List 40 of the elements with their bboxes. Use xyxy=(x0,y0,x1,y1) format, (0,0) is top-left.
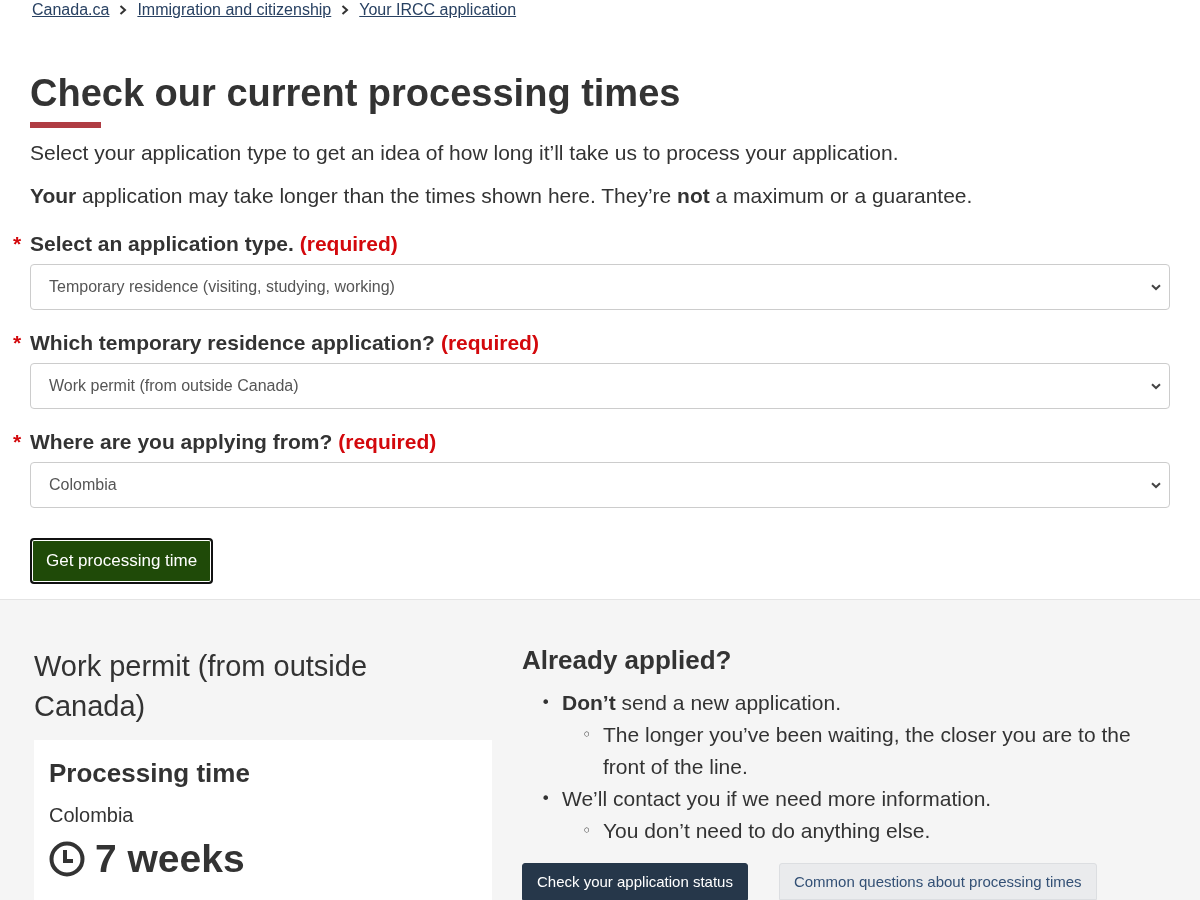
country-text: Colombia xyxy=(49,803,135,828)
chevron-right-icon xyxy=(341,5,350,15)
breadcrumb-link[interactable]: Your IRCC application xyxy=(359,1,517,19)
chevron-down-icon xyxy=(1151,283,1161,291)
required-note: (required) xyxy=(299,231,398,257)
field-label: Select an application type. xyxy=(30,231,294,257)
intro-text: Select your application type to get an idea of how long it’ll take us to process your application. xyxy=(30,140,900,166)
chevron-down-icon xyxy=(1151,382,1161,390)
notice-text: Your application may take longer than the times shown here. They’re not a maximum or a guarantee. xyxy=(30,183,974,209)
required-asterisk: * xyxy=(13,429,23,455)
dropdown-field[interactable]: Colombia xyxy=(30,462,1170,508)
required-note: (required) xyxy=(440,330,539,356)
chevron-down-icon xyxy=(1151,481,1161,489)
list-item-text: We’ll contact you if we need more information. xyxy=(562,786,992,812)
page-title: Check our current processing times xyxy=(30,71,682,116)
required-note: (required) xyxy=(338,429,437,455)
list-item-text: The longer you’ve been waiting, the closer you are to the front of the line. xyxy=(603,722,1132,780)
list-bullet: • xyxy=(541,788,552,810)
required-asterisk: * xyxy=(13,231,23,257)
list-item-text: Don’t send a new application. xyxy=(562,690,841,716)
field-label: Which temporary residence application? xyxy=(30,330,435,356)
list-item-text: You don’t need to do anything else. xyxy=(603,818,931,844)
list-bullet: ◦ xyxy=(582,724,593,746)
processing-time-value: 7 weeks xyxy=(95,836,245,882)
required-asterisk: * xyxy=(13,330,23,356)
section-heading: Already applied? xyxy=(522,644,733,677)
submit-button[interactable]: Get processing time xyxy=(30,538,214,584)
dropdown-field[interactable]: Work permit (from outside Canada) xyxy=(30,363,1170,409)
chevron-right-icon xyxy=(119,5,128,15)
status-button[interactable]: Check your application status xyxy=(522,863,748,900)
list-bullet: • xyxy=(541,692,552,714)
card-title: Processing time xyxy=(49,757,251,790)
field-label: Where are you applying from? xyxy=(30,429,333,455)
clock-icon xyxy=(49,841,85,877)
breadcrumb-link[interactable]: Canada.ca xyxy=(32,1,110,19)
faq-button[interactable]: Common questions about processing times xyxy=(778,863,1097,900)
list-bullet: ◦ xyxy=(582,820,593,842)
dropdown-field[interactable]: Temporary residence (visiting, studying, working) xyxy=(30,264,1170,310)
result-heading: Work permit (from outside Canada) xyxy=(34,649,369,724)
breadcrumb-link[interactable]: Immigration and citizenship xyxy=(137,1,332,19)
